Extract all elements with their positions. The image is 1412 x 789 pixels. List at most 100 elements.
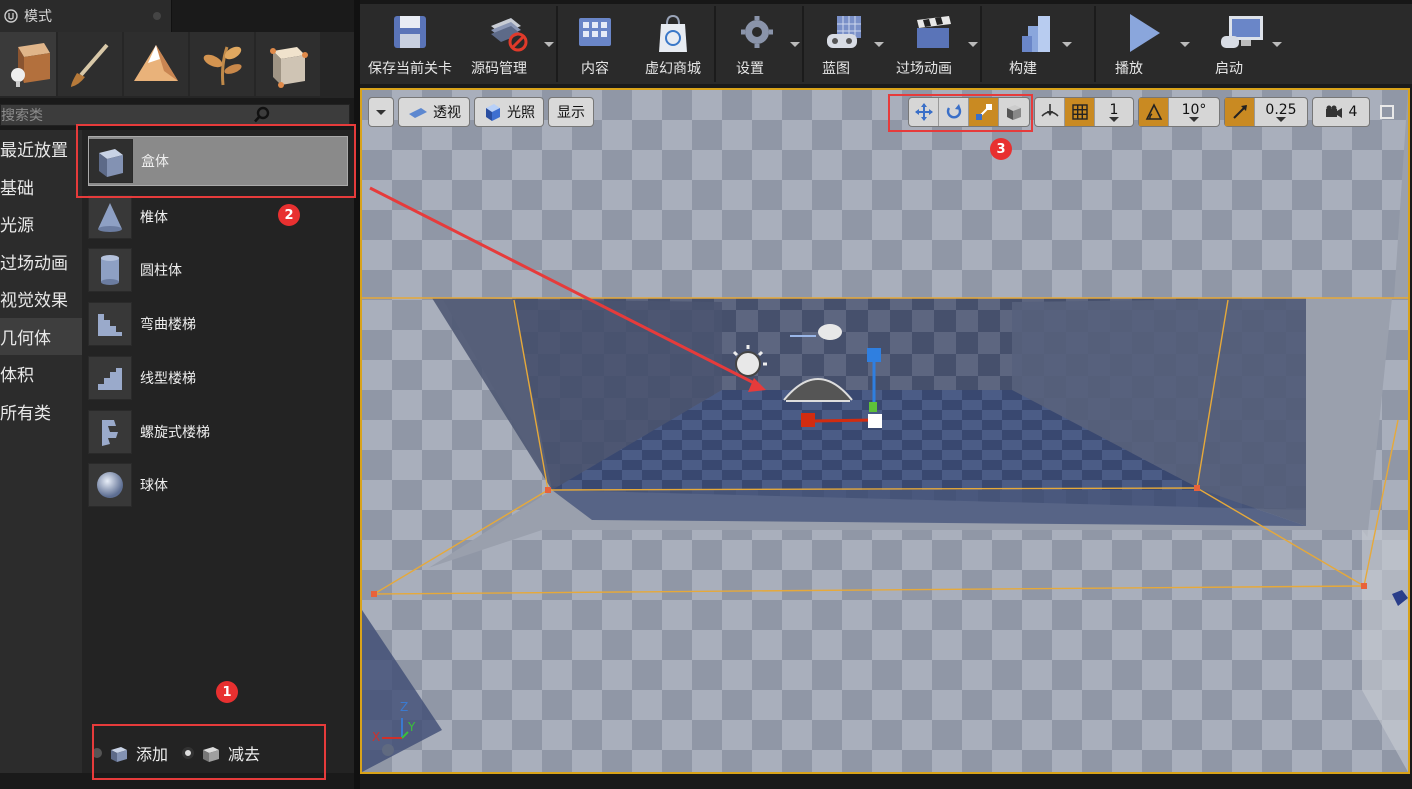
level-viewport[interactable]: 透视 光照 显示 1 10° 0.25 4 Z Y X [360,88,1410,774]
box-icon [89,139,133,183]
grid-snap-value[interactable]: 1 [1095,98,1133,126]
rotation-snap-icon[interactable] [1139,98,1169,126]
chevron-down-icon[interactable] [1272,42,1282,47]
button-label: 内容 [581,61,609,77]
spiral-stair-icon [88,410,132,454]
maximize-viewport-icon[interactable] [1380,105,1394,119]
category-basic[interactable]: 基础 [0,168,82,206]
surface-snapping-icon[interactable] [1035,98,1065,126]
lighting-mode-button[interactable]: 光照 [474,97,544,127]
geometry-item-curved-stair[interactable]: 弯曲楼梯 [88,299,348,349]
camera-icon [1325,105,1342,118]
modes-tab[interactable]: 模式 [0,0,172,32]
translate-mode-icon[interactable] [909,98,939,126]
category-all-classes[interactable]: 所有类 [0,393,82,431]
grid-snap-value-text: 1 [1109,101,1119,118]
show-label: 显示 [557,105,585,121]
search-classes-input[interactable]: 搜索类 [0,104,350,126]
geometry-item-label: 弯曲楼梯 [140,317,196,333]
chevron-down-icon[interactable] [1062,42,1072,47]
play-button[interactable]: 播放 [1096,4,1192,84]
geometry-item-label: 圆柱体 [140,263,182,279]
geometry-item-linear-stair[interactable]: 线型楼梯 [88,353,348,403]
blueprints-button[interactable]: 蓝图 [804,4,886,84]
axis-indicator: Z Y X [372,700,416,760]
launch-icon [1221,16,1263,48]
marketplace-button[interactable]: 虚幻商城 [632,4,714,84]
subtract-radio[interactable] [182,747,195,759]
chevron-down-icon[interactable] [874,42,884,47]
scale-snap-group: 0.25 [1224,97,1308,127]
settings-button[interactable]: 设置 [716,4,802,84]
category-visual-effects[interactable]: 视觉效果 [0,280,82,318]
add-label[interactable]: 添加 [136,741,168,765]
geometry-edit-mode-icon[interactable] [256,32,320,96]
save-level-button[interactable]: 保存当前关卡 [360,4,460,84]
geometry-item-label: 线型楼梯 [140,371,196,387]
geometry-item-box[interactable]: 盒体 [88,136,348,186]
show-flags-button[interactable]: 显示 [548,97,594,127]
content-icon [579,18,611,46]
axis-z-label: Z [400,700,409,714]
geometry-item-spiral-stair[interactable]: 螺旋式楼梯 [88,407,348,457]
transform-mode-group [908,97,1030,127]
category-volumes[interactable]: 体积 [0,355,82,393]
perspective-button[interactable]: 透视 [398,97,470,127]
chevron-down-icon[interactable] [1180,42,1190,47]
rotation-snap-value[interactable]: 10° [1169,98,1219,126]
viewport-toolbar-left: 透视 光照 显示 [368,96,598,128]
scale-snap-value[interactable]: 0.25 [1255,98,1307,126]
landscape-mode-icon[interactable] [124,32,188,96]
cone-icon [88,195,132,239]
category-geometry[interactable]: 几何体 [0,317,82,355]
blueprint-icon [827,16,861,48]
build-icon [1022,16,1050,52]
geometry-list: 盒体 椎体 圆柱体 弯曲楼梯 线型楼梯 螺旋式楼梯 球体 [82,130,354,773]
category-cinematic[interactable]: 过场动画 [0,243,82,281]
add-radio[interactable] [92,748,102,758]
chevron-down-icon[interactable] [968,42,978,47]
viewport-options-button[interactable] [368,97,394,127]
scale-snap-icon[interactable] [1225,98,1255,126]
chevron-down-icon [1276,116,1286,122]
geometry-item-cone[interactable]: 椎体 [88,192,348,242]
additive-brush-icon [111,747,127,762]
world-local-cube-icon[interactable] [999,98,1029,126]
cylinder-icon [88,248,132,292]
annotation-badge-3: 3 [990,138,1012,160]
button-label: 保存当前关卡 [368,61,452,77]
axis-x-label: X [372,730,381,744]
main-toolbar: 保存当前关卡 源码管理 内容 虚幻商城 设置 蓝图 过场动画 构建 播放 启动 [360,0,1412,84]
source-control-button[interactable]: 源码管理 [460,4,556,84]
chevron-down-icon [1189,116,1199,122]
lit-cube-icon [486,104,500,121]
geometry-item-sphere[interactable]: 球体 [88,460,348,510]
annotation-badge-2: 2 [278,204,300,226]
chevron-down-icon[interactable] [544,42,554,47]
camera-speed-button[interactable]: 4 [1313,98,1369,126]
category-recent[interactable]: 最近放置 [0,130,82,168]
button-label: 虚幻商城 [645,61,701,77]
close-tab-icon[interactable] [153,12,161,20]
cinematics-button[interactable]: 过场动画 [886,4,980,84]
grid-snap-icon[interactable] [1065,98,1095,126]
place-mode-icon[interactable] [0,32,56,96]
subtract-label[interactable]: 减去 [228,741,260,765]
search-icon[interactable] [175,104,349,126]
rotate-mode-icon[interactable] [939,98,969,126]
surface-snap-group: 1 [1034,97,1134,127]
content-button[interactable]: 内容 [558,4,632,84]
geometry-item-cylinder[interactable]: 圆柱体 [88,245,348,295]
save-icon [394,16,426,48]
curved-stair-icon [88,302,132,346]
build-button[interactable]: 构建 [982,4,1094,84]
category-lights[interactable]: 光源 [0,205,82,243]
unreal-editor-window: 模式 搜索类 最近放置 基础 光源 过场动画 视觉效果 几何体 体积 所有类 盒… [0,0,1412,789]
geometry-item-label: 球体 [140,478,168,494]
settings-icon [741,16,773,48]
launch-button[interactable]: 启动 [1192,4,1296,84]
paint-mode-icon[interactable] [58,32,122,96]
foliage-mode-icon[interactable] [190,32,254,96]
chevron-down-icon[interactable] [790,42,800,47]
scale-mode-icon[interactable] [969,98,999,126]
